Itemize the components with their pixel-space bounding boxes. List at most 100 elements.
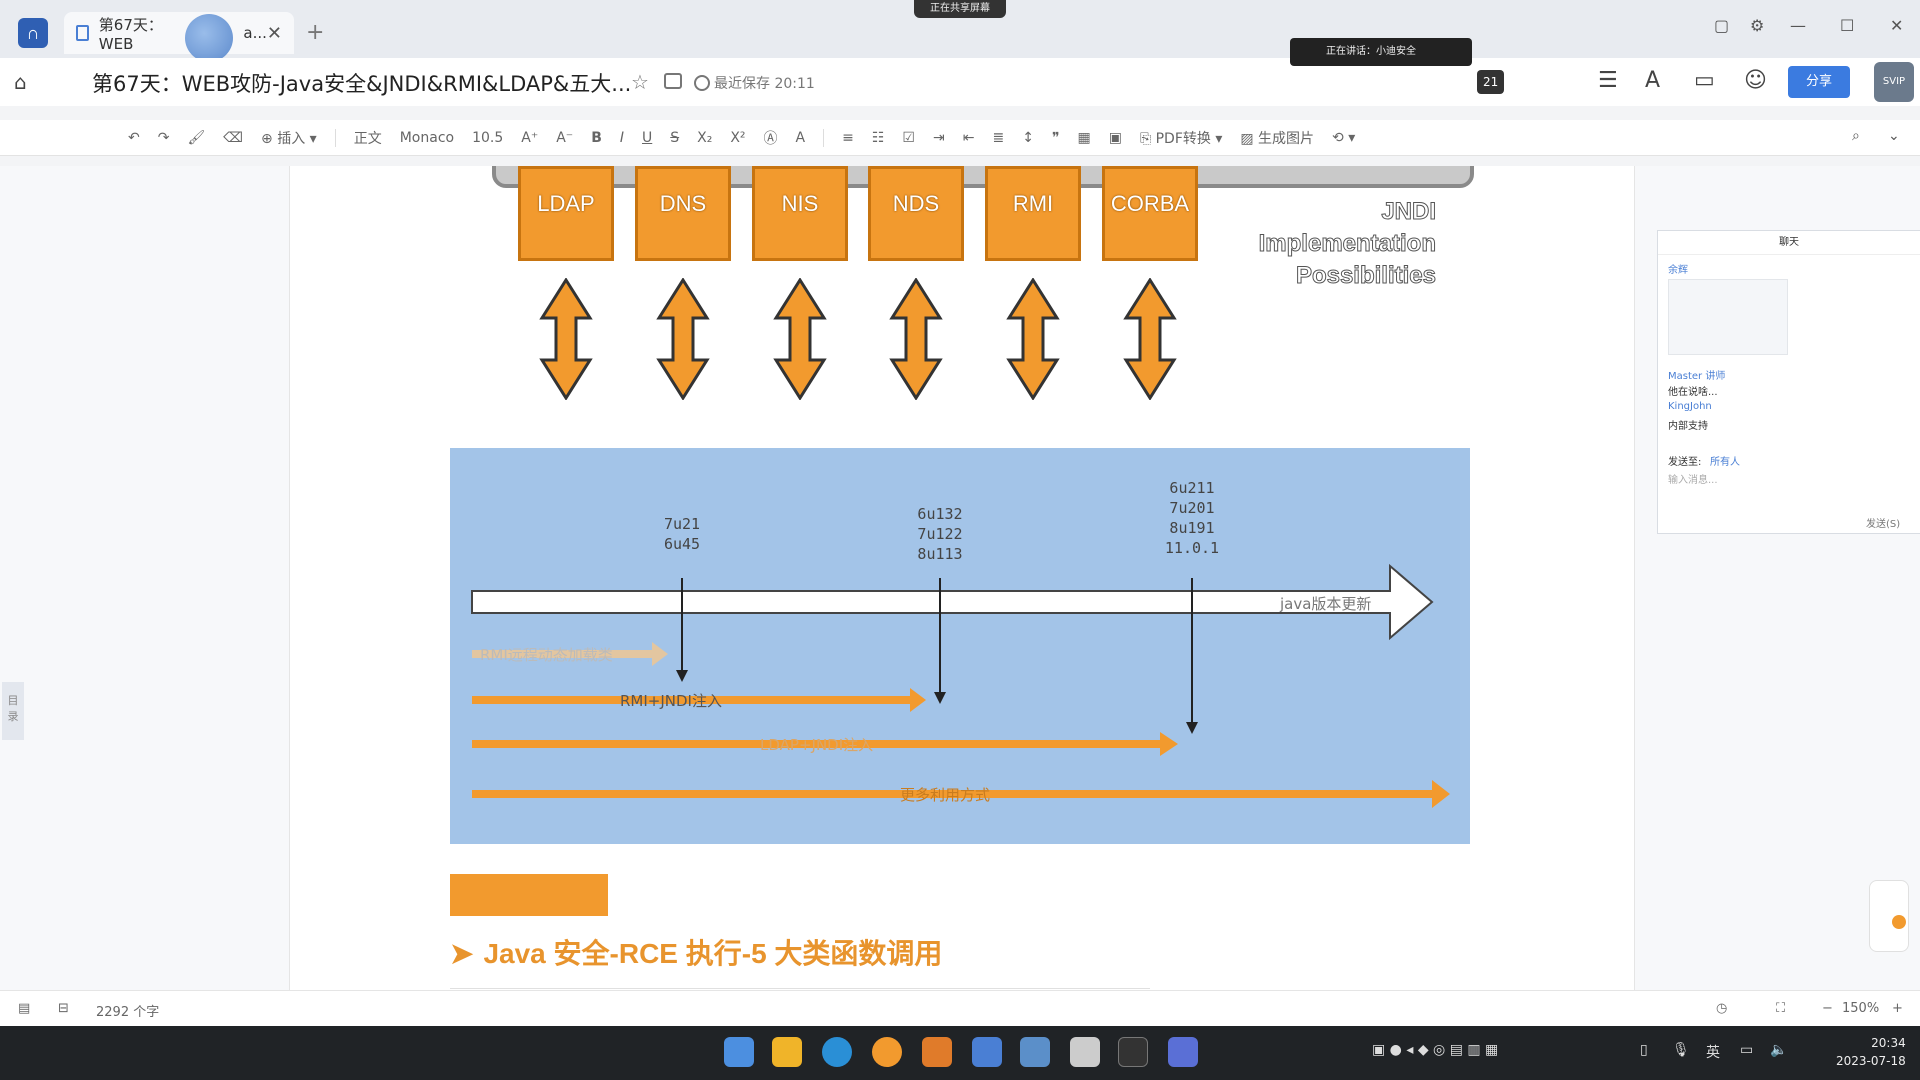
outline-icon[interactable]: ▤ [18,1001,30,1016]
subscript-icon[interactable]: X₂ [697,130,712,146]
new-tab-button[interactable]: + [306,20,324,45]
chat-sender: KingJohn [1668,401,1712,412]
chevron-down-icon[interactable]: ⌄ [1888,128,1900,144]
microphone-icon[interactable]: 🎙 [1672,1042,1690,1058]
usb-icon[interactable]: ▯ [1640,1042,1648,1058]
format-painter-icon[interactable]: 🖌 [187,130,205,146]
section-heading[interactable]: ➤ Java 安全-RCE 执行-5 大类函数调用 [450,932,942,972]
send-to-select[interactable]: 所有人 [1710,453,1740,468]
send-button[interactable]: 发送(S) [1866,515,1900,530]
double-arrow-icon [656,278,710,400]
version-label-1: 7u21 6u45 [663,515,701,553]
move-to-icon[interactable] [664,73,682,89]
shared-image-thumbnail[interactable] [1668,279,1788,355]
list-icon[interactable]: ≡ [842,130,854,146]
terminal-icon[interactable] [1118,1037,1148,1067]
font-color-icon[interactable]: A [796,130,806,146]
minimize-icon[interactable]: — [1790,16,1806,35]
chat-window[interactable]: 聊天 余辉 Master 讲师 他在说啥... KingJohn 内部支持 发送… [1657,230,1920,534]
zoom-out-icon[interactable]: − [1822,1001,1833,1016]
italic-icon[interactable]: I [620,130,624,146]
settings-icon[interactable]: ⚙ [1750,16,1764,35]
font-grow-icon[interactable]: A⁺ [521,130,538,146]
app-icon[interactable] [1070,1037,1100,1067]
taskbar: ▣ ● ◂ ◆ ◎ ▤ ▥ ▦ ▯ 🎙 英 ▭ 🔈 20:34 2023-07-… [0,1026,1920,1080]
row-label-rmi-remote-load: RMI远程动态加载类 [480,646,613,664]
screen-share-indicator[interactable]: 正在共享屏幕 [914,0,1006,18]
chat-input[interactable]: 输入消息... [1668,471,1718,486]
align-icon[interactable]: ≣ [992,130,1004,146]
document-title[interactable]: 第67天：WEB攻防-Java安全&JNDI&RMI&LDAP&五大... [92,68,631,98]
page-view-icon[interactable]: ⊟ [58,1001,69,1016]
insert-menu[interactable]: ⊕ 插入 ▾ [261,128,317,148]
document-header: ⌂ 第67天：WEB攻防-Java安全&JNDI&RMI&LDAP&五大... … [0,38,1920,106]
indent-icon[interactable]: ⇥ [933,130,945,146]
highlight-icon[interactable]: Ⓐ [764,128,778,148]
volume-icon[interactable]: 🔈 [1770,1042,1787,1058]
tab-document[interactable]: 第67天：WEB a... ✕ [64,12,294,54]
undo-icon[interactable]: ↶ [128,130,140,146]
app-icon[interactable] [972,1037,1002,1067]
row-label-more: 更多利用方式 [900,786,991,804]
network-icon[interactable]: ▭ [1740,1042,1753,1058]
present-icon[interactable]: ▭ [1694,68,1715,93]
zoom-level[interactable]: 150% [1842,1001,1879,1016]
font-shrink-icon[interactable]: A⁻ [556,130,573,146]
browser-icon[interactable] [872,1037,902,1067]
table-icon[interactable]: ▦ [1077,130,1090,146]
user-avatar[interactable]: SVIP [1874,62,1914,102]
tray-icons[interactable]: ▣ ● ◂ ◆ ◎ ▤ ▥ ▦ [1372,1042,1498,1058]
app-icon[interactable] [1020,1037,1050,1067]
start-icon[interactable] [724,1037,754,1067]
font-size-select[interactable]: 10.5 [472,130,503,146]
generate-image-button[interactable]: ▨ 生成图片 [1240,128,1314,148]
star-icon[interactable]: ☆ [631,70,649,94]
member-count-badge[interactable]: 21 [1477,70,1505,94]
collaborator-icon[interactable]: ☺ [1744,68,1767,93]
java-version-timeline[interactable]: 7u21 6u45 6u132 7u122 8u113 6u211 7u201 … [450,448,1470,844]
clear-format-icon[interactable]: ⌫ [223,130,243,146]
file-explorer-icon[interactable] [772,1037,802,1067]
numbered-list-icon[interactable]: ☷ [872,130,885,146]
highlight-block [450,874,608,916]
checkbox-icon[interactable]: ☑ [902,130,915,146]
clock[interactable]: 20:34 2023-07-18 [1836,1034,1906,1070]
share-button[interactable]: 分享 [1788,66,1850,98]
history-icon[interactable]: ⟲ ▾ [1332,130,1355,146]
tab-close-icon[interactable]: ✕ [267,23,282,44]
toc-toggle[interactable]: 目录 [2,682,24,740]
app-icon[interactable] [1168,1037,1198,1067]
menu-icon[interactable]: ☰ [1598,68,1618,93]
quote-icon[interactable]: ❞ [1052,130,1060,146]
focus-mode-icon[interactable]: ◷ [1716,1001,1727,1016]
protocol-box-nds: NDS [868,166,964,261]
app-icon[interactable] [922,1037,952,1067]
zoom-in-icon[interactable]: + [1892,1001,1903,1016]
floating-tools[interactable] [1869,880,1909,952]
line-spacing-icon[interactable]: ↕ [1022,130,1034,146]
redo-icon[interactable]: ↷ [158,130,170,146]
app-logo-icon[interactable]: ∩ [18,18,48,48]
strikethrough-icon[interactable]: S [670,130,679,146]
font-family-select[interactable]: Monaco [400,130,454,146]
ime-indicator[interactable]: 英 [1706,1042,1720,1062]
font-size-icon[interactable]: A [1645,68,1660,93]
outdent-icon[interactable]: ⇤ [963,130,975,146]
arrowhead-icon [1186,722,1198,734]
restore-icon[interactable]: ▢ [1714,16,1729,35]
underline-icon[interactable]: U [642,130,652,146]
superscript-icon[interactable]: X² [730,130,745,146]
paragraph-style-select[interactable]: 正文 [354,128,382,148]
close-window-icon[interactable]: ✕ [1890,16,1903,35]
fullscreen-icon[interactable]: ⛶ [1776,1001,1785,1016]
word-count[interactable]: 2292 个字 [96,1001,159,1020]
bold-icon[interactable]: B [591,130,602,146]
chat-message: 内部支持 [1668,421,1708,432]
save-status: 最近保存 20:11 [694,73,815,93]
search-icon[interactable]: ⌕ [1852,128,1860,144]
image-insert-icon[interactable]: ▣ [1109,130,1122,146]
pdf-convert-button[interactable]: ⎘ PDF转换 ▾ [1140,128,1222,148]
maximize-icon[interactable]: ☐ [1840,16,1854,35]
home-icon[interactable]: ⌂ [14,70,27,94]
edge-icon[interactable] [822,1037,852,1067]
